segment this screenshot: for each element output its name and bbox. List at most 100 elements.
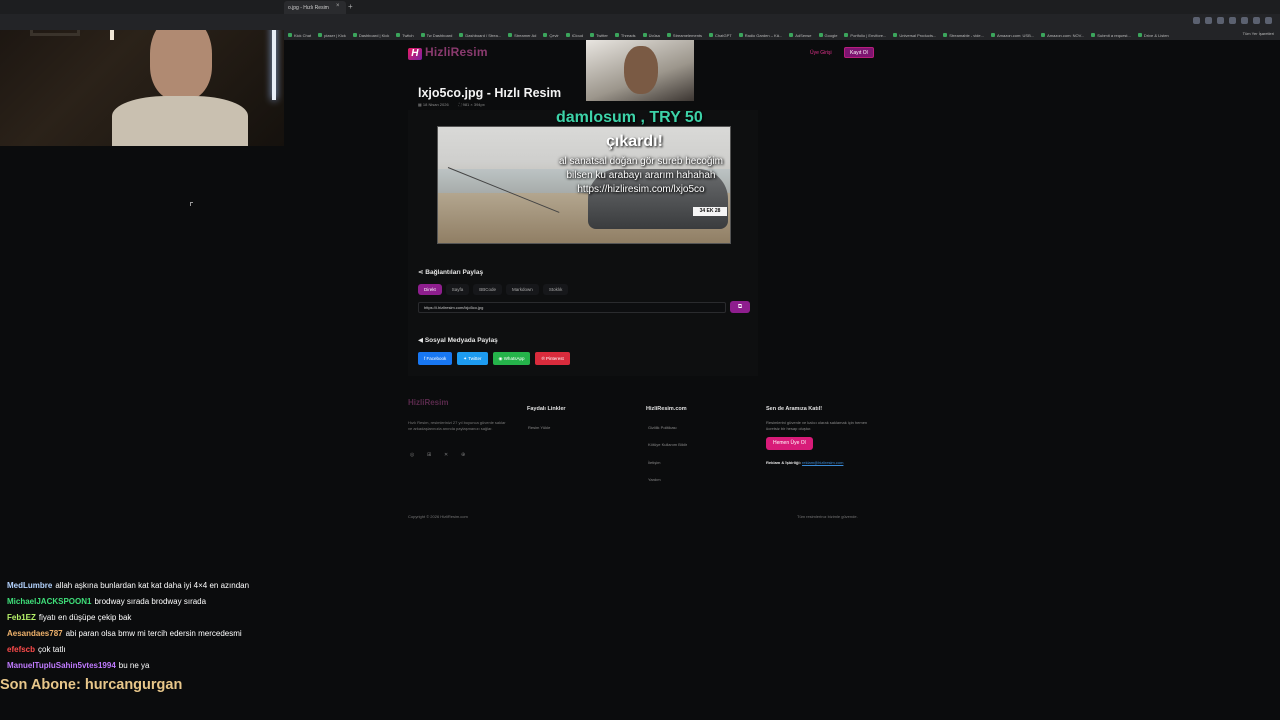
bookmark-item[interactable]: Amazon.com: NOV...: [1041, 33, 1084, 38]
help-link[interactable]: Yardım: [648, 477, 661, 482]
extension-icon[interactable]: [1217, 17, 1224, 24]
bookmark-favicon-icon: [990, 33, 995, 37]
image-meta: ▦ 18 Nisan 2026 ⛶ 981 × 394px: [418, 102, 485, 107]
bookmark-item[interactable]: AdSense: [789, 33, 812, 38]
share-tab-stoklık[interactable]: Stoklık: [542, 284, 569, 295]
profile-icon[interactable]: [1253, 17, 1260, 24]
register-button[interactable]: Kayıt Ol: [844, 47, 874, 58]
bookmark-label: Dashboard / Strea...: [465, 32, 502, 38]
privacy-link[interactable]: Gizlilik Politikası: [648, 425, 677, 430]
menu-icon[interactable]: [1265, 17, 1272, 24]
chat-username: efefscb: [7, 645, 36, 654]
bookmark-item[interactable]: ChatGPT: [709, 33, 732, 38]
footer-logo[interactable]: HizliResim: [408, 398, 448, 407]
bookmark-item[interactable]: Çevir: [543, 33, 559, 38]
donation-title: damlosum , TRY 50: [556, 109, 703, 126]
contact-link[interactable]: İletişim: [648, 460, 660, 465]
site-logo[interactable]: H HizliResim: [408, 45, 488, 60]
social-heading-text: Sosyal Medyada Paylaş: [424, 337, 498, 344]
extension-icon[interactable]: [1205, 17, 1212, 24]
x-icon[interactable]: ✕: [444, 452, 451, 458]
bookmark-item[interactable]: iCloud: [565, 33, 583, 38]
share-heading-text: Bağlantıları Paylaş: [425, 269, 484, 276]
donation-message-line: al sanatsal doğan gör sureb hecoğim: [559, 156, 723, 167]
bookmark-item[interactable]: Kick Chat: [288, 33, 311, 38]
bookmark-label: Streamelements: [672, 32, 703, 38]
bookmark-item[interactable]: Streamable - vide...: [943, 33, 984, 38]
bookmark-item[interactable]: Submit a request...: [1091, 33, 1131, 38]
bookmark-item[interactable]: Tw Dashboard: [420, 32, 453, 38]
bookmark-label: Twitch: [402, 32, 414, 38]
donation-image: [586, 40, 694, 101]
join-now-button[interactable]: Hemen Üye Ol: [766, 437, 813, 450]
join-heading: Sen de Aramıza Katıl!: [766, 406, 823, 412]
bookmark-favicon-icon: [666, 33, 671, 37]
new-tab-icon[interactable]: +: [348, 2, 353, 11]
streamer-shirt: [112, 96, 248, 146]
bookmark-favicon-icon: [709, 33, 714, 37]
bookmark-item[interactable]: Dashboard | Kick: [352, 33, 389, 38]
contact-email-link[interactable]: reklam@hizliresim.com: [802, 460, 843, 465]
grid-icon[interactable]: ⊞: [427, 452, 434, 458]
login-link[interactable]: Üye Girişi: [810, 50, 832, 56]
bookmark-item[interactable]: Twitch: [396, 32, 414, 38]
chat-text: brodway sırada brodway sırada: [94, 597, 207, 606]
share-tab-markdown[interactable]: Markdown: [506, 284, 539, 295]
bookmark-label: Twitter: [596, 32, 608, 38]
extension-icon[interactable]: [1229, 17, 1236, 24]
share-tab-bbcode[interactable]: BBCode: [473, 284, 503, 295]
latest-subscriber: Son Abone: hurcangurgan: [0, 677, 183, 693]
bookmark-favicon-icon: [1091, 33, 1096, 37]
bookmark-item[interactable]: Threads: [614, 33, 636, 38]
bookmark-item[interactable]: Ücüsa: [642, 32, 660, 38]
chat-message: Feb1EZ fiyatı en düşüpe çekip bak: [7, 612, 297, 628]
browser-tabstrip: o.jpg - Hızlı Resim × +: [0, 0, 1280, 14]
contact-label: Reklam & İşbirliği:: [766, 460, 801, 465]
share-url-input[interactable]: https://i.hizliresim.com/lxjo5co.jpg: [418, 302, 726, 313]
license-plate: 34 EK 28: [693, 207, 727, 216]
bookmark-item[interactable]: Portfolio | Envifore...: [844, 33, 886, 38]
bookmark-item[interactable]: Amazon.com: USB...: [990, 33, 1034, 38]
bookmark-favicon-icon: [459, 33, 464, 37]
share-tab-direkt[interactable]: Direkt: [418, 284, 442, 295]
share-tab-sayfa[interactable]: Sayfa: [445, 284, 470, 295]
upload-date: 18 Nisan 2026: [422, 102, 449, 107]
bookmark-label: Ücüsa: [648, 32, 660, 38]
bookmark-item[interactable]: Google: [818, 33, 837, 38]
bookmark-favicon-icon: [1041, 33, 1046, 37]
social-buttons: f Facebook ✦ Twitter ◉ WhatsApp ℗ Pinter…: [418, 352, 570, 365]
twitter-share-button[interactable]: ✦ Twitter: [457, 352, 488, 365]
chat-message: Aesandaes787 abi paran olsa bmw mi tercih…: [7, 628, 297, 644]
all-bookmarks-link[interactable]: Tüm Yer İşaretleri: [1243, 31, 1274, 36]
bookmark-favicon-icon: [420, 33, 425, 37]
whatsapp-share-button[interactable]: ◉ WhatsApp: [492, 352, 531, 365]
bookmark-item[interactable]: Radio Garden – Kä...: [738, 33, 782, 38]
bookmark-item[interactable]: piaser | Kick: [318, 33, 346, 38]
bookmark-item[interactable]: Streamer Ad: [508, 33, 536, 38]
image-dimensions: 981 × 394px: [462, 102, 485, 107]
facebook-share-button[interactable]: f Facebook: [418, 352, 453, 365]
star-icon[interactable]: [1193, 17, 1200, 24]
globe-icon[interactable]: ⊕: [461, 452, 468, 458]
upload-image-link[interactable]: Resim Yükle: [528, 425, 550, 430]
bookmark-item[interactable]: Twitter: [590, 33, 608, 38]
bookmark-favicon-icon: [789, 33, 794, 37]
abuse-report-link[interactable]: Kötüye Kullanım Bildir: [648, 442, 687, 447]
page-title: lxjo5co.jpg - Hızlı Resim: [418, 86, 562, 100]
bookmark-item[interactable]: Drive & Listen: [1137, 33, 1169, 38]
bookmark-item[interactable]: Universal Products...: [893, 33, 936, 38]
bookmark-item[interactable]: Streamelements: [666, 32, 703, 38]
extension-icon[interactable]: [1241, 17, 1248, 24]
donation-message: al sanatsal doğan gör sureb hecoğim bils…: [546, 155, 736, 197]
instagram-icon[interactable]: ◎: [410, 452, 417, 458]
rights-note: Tüm resimlerinız bizimle güvende.: [797, 514, 858, 519]
close-tab-icon[interactable]: ×: [336, 3, 340, 9]
address-bar[interactable]: [0, 14, 1280, 30]
pinterest-label: Pinterest: [546, 356, 564, 361]
bookmark-favicon-icon: [590, 33, 595, 37]
bookmark-item[interactable]: Dashboard / Strea...: [459, 33, 501, 38]
bookmark-label: Tw Dashboard: [426, 32, 453, 38]
footer-description: Hızlı Resim, resimlerinizi 27 yıl boyunc…: [408, 420, 506, 431]
pinterest-share-button[interactable]: ℗ Pinterest: [535, 352, 570, 365]
copy-button[interactable]: ⧉: [730, 301, 750, 313]
